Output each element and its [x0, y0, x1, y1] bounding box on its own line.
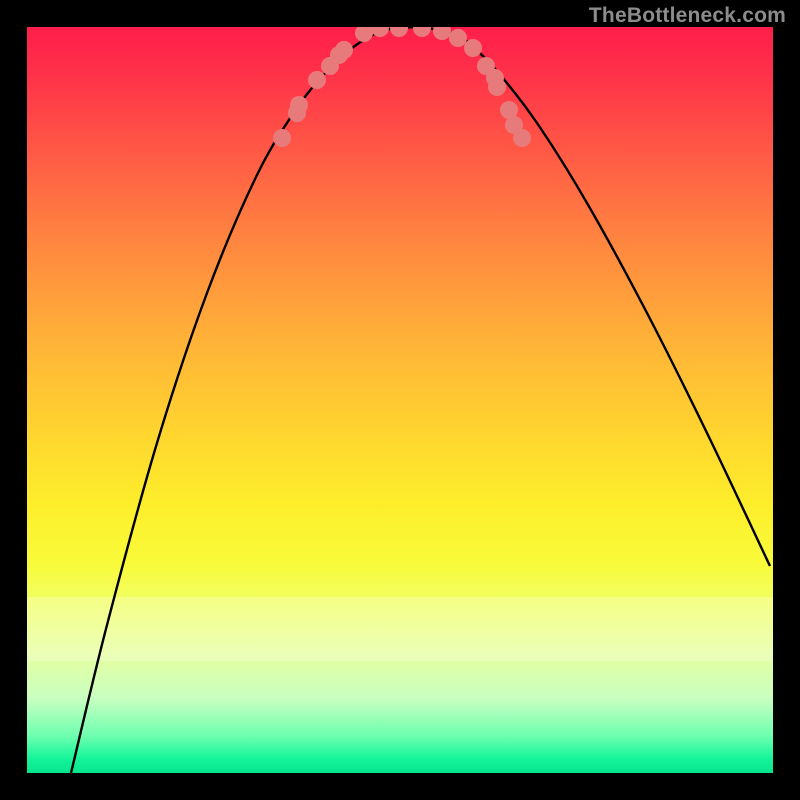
data-marker: [308, 71, 326, 89]
data-marker: [413, 27, 431, 37]
data-marker: [335, 41, 353, 59]
chart-svg: [27, 27, 773, 773]
data-marker: [390, 27, 408, 37]
watermark-text: TheBottleneck.com: [589, 4, 786, 28]
data-marker: [513, 129, 531, 147]
data-marker: [488, 78, 506, 96]
data-markers: [273, 27, 531, 147]
data-marker: [273, 129, 291, 147]
data-marker: [433, 27, 451, 40]
data-marker: [290, 96, 308, 114]
curve-line: [71, 27, 770, 773]
data-marker: [464, 39, 482, 57]
data-marker: [449, 29, 467, 47]
data-marker: [355, 27, 373, 42]
